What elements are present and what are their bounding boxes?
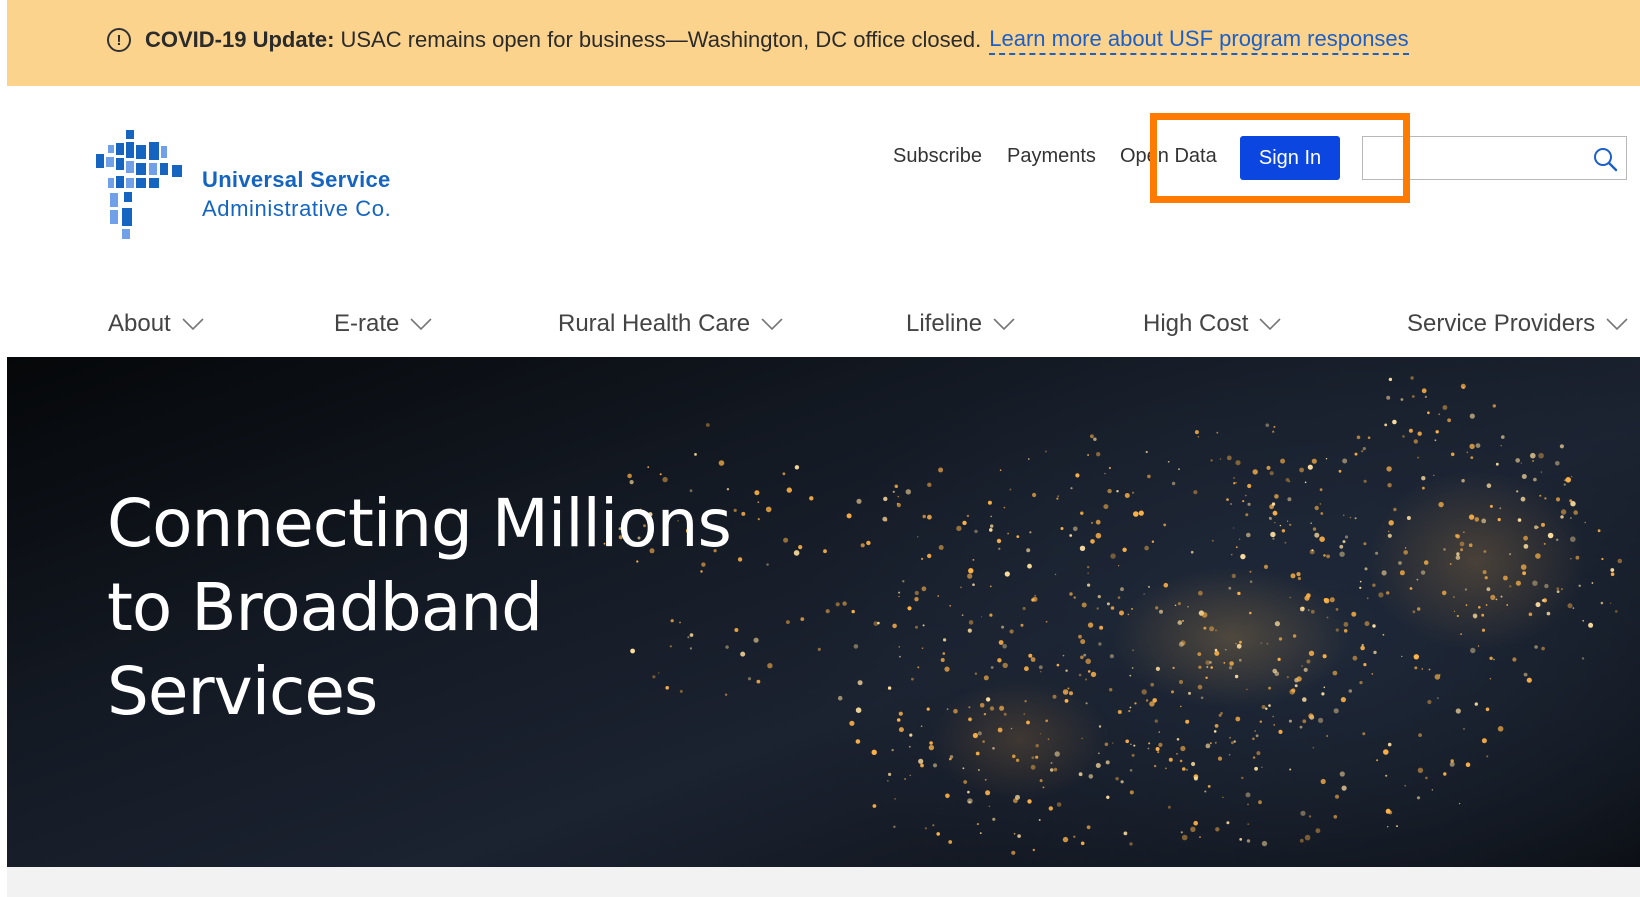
nav-item-high-cost[interactable]: High Cost — [1143, 310, 1282, 338]
alert-message: USAC remains open for business—Washingto… — [340, 27, 982, 52]
covid-alert-banner: ! COVID-19 Update: USAC remains open for… — [7, 0, 1640, 86]
nav-item-label: Service Providers — [1407, 310, 1596, 337]
page-section-strip — [7, 867, 1640, 897]
chevron-down-icon — [1606, 318, 1628, 331]
sign-in-button[interactable]: Sign In — [1240, 136, 1340, 180]
chevron-down-icon — [993, 318, 1015, 331]
logo-wordmark: Universal Service Administrative Co. — [202, 167, 391, 222]
subscribe-link[interactable]: Subscribe — [893, 145, 982, 168]
alert-heading: COVID-19 Update: — [145, 27, 335, 52]
nav-item-service-providers[interactable]: Service Providers — [1407, 310, 1629, 338]
logo-line-2: Administrative Co. — [202, 196, 392, 221]
nav-item-label: E-rate — [334, 310, 400, 337]
hero-banner: Connecting Millions to Broadband Service… — [7, 357, 1640, 867]
info-icon: ! — [107, 28, 131, 52]
search-input[interactable] — [1363, 137, 1603, 177]
payments-link[interactable]: Payments — [1007, 145, 1096, 168]
hero-title-line: to Broadband — [107, 569, 543, 646]
chevron-down-icon — [1259, 318, 1281, 331]
nav-item-label: Lifeline — [906, 310, 983, 337]
hero-title-line: Connecting Millions — [107, 485, 732, 562]
usac-logo[interactable]: Universal Service Administrative Co. — [94, 130, 414, 245]
open-data-link[interactable]: Open Data — [1120, 145, 1217, 168]
nav-item-label: About — [108, 310, 171, 337]
nav-item-e-rate[interactable]: E-rate — [334, 310, 433, 338]
search-box — [1362, 136, 1627, 180]
logo-mark-icon — [96, 130, 182, 239]
hero-title: Connecting Millions to Broadband Service… — [107, 482, 732, 734]
logo-line-1: Universal Service — [202, 167, 391, 192]
nav-item-label: Rural Health Care — [558, 310, 751, 337]
chevron-down-icon — [410, 318, 432, 331]
search-icon[interactable] — [1592, 146, 1618, 172]
hero-title-line: Services — [107, 653, 378, 730]
nav-item-lifeline[interactable]: Lifeline — [906, 310, 1016, 338]
nav-item-rural-health-care[interactable]: Rural Health Care — [558, 310, 784, 338]
nav-item-about[interactable]: About — [108, 310, 205, 338]
chevron-down-icon — [761, 318, 783, 331]
nav-item-label: High Cost — [1143, 310, 1249, 337]
alert-content: ! COVID-19 Update: USAC remains open for… — [107, 22, 1409, 58]
chevron-down-icon — [182, 318, 204, 331]
alert-learn-more-link[interactable]: Learn more about USF program responses — [989, 26, 1409, 55]
